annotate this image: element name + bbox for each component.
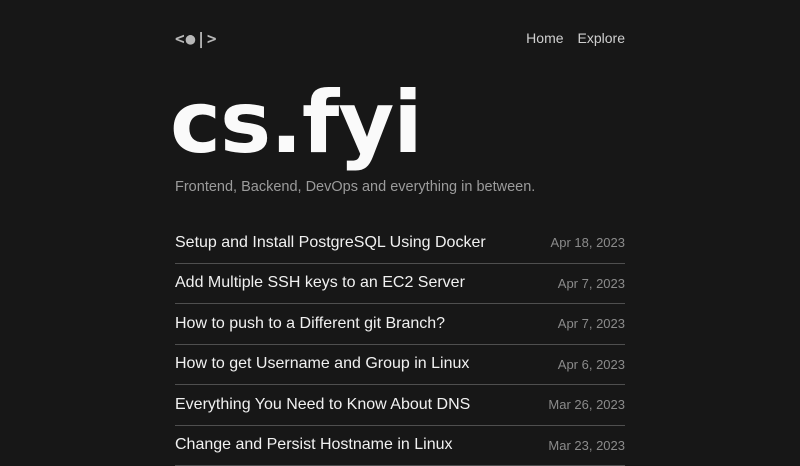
post-title[interactable]: Everything You Need to Know About DNS (175, 396, 470, 414)
main-nav: Home Explore (526, 30, 625, 46)
post-date: Apr 6, 2023 (558, 357, 625, 372)
post-date: Apr 18, 2023 (551, 235, 625, 250)
post-title[interactable]: How to push to a Different git Branch? (175, 315, 445, 333)
post-title[interactable]: Add Multiple SSH keys to an EC2 Server (175, 274, 465, 292)
post-list: Setup and Install PostgreSQL Using Docke… (175, 223, 625, 466)
site-header: <●|> Home Explore (175, 0, 625, 47)
post-date: Mar 26, 2023 (548, 397, 625, 412)
site-logo[interactable]: <●|> (175, 29, 218, 48)
page-title: cs.fyi (170, 80, 625, 166)
post-row[interactable]: Setup and Install PostgreSQL Using Docke… (175, 223, 625, 264)
post-row[interactable]: How to push to a Different git Branch? A… (175, 304, 625, 345)
page-container: <●|> Home Explore cs.fyi Frontend, Backe… (175, 0, 625, 466)
nav-link-explore[interactable]: Explore (578, 30, 625, 46)
post-row[interactable]: Everything You Need to Know About DNS Ma… (175, 385, 625, 426)
post-title[interactable]: How to get Username and Group in Linux (175, 355, 469, 373)
post-date: Apr 7, 2023 (558, 316, 625, 331)
post-row[interactable]: Change and Persist Hostname in Linux Mar… (175, 426, 625, 466)
post-date: Mar 23, 2023 (548, 438, 625, 453)
post-title[interactable]: Setup and Install PostgreSQL Using Docke… (175, 234, 486, 252)
post-date: Apr 7, 2023 (558, 276, 625, 291)
post-title[interactable]: Change and Persist Hostname in Linux (175, 436, 453, 454)
nav-link-home[interactable]: Home (526, 30, 563, 46)
post-row[interactable]: Add Multiple SSH keys to an EC2 Server A… (175, 264, 625, 305)
post-row[interactable]: How to get Username and Group in Linux A… (175, 345, 625, 386)
page-subtitle: Frontend, Backend, DevOps and everything… (175, 179, 625, 195)
